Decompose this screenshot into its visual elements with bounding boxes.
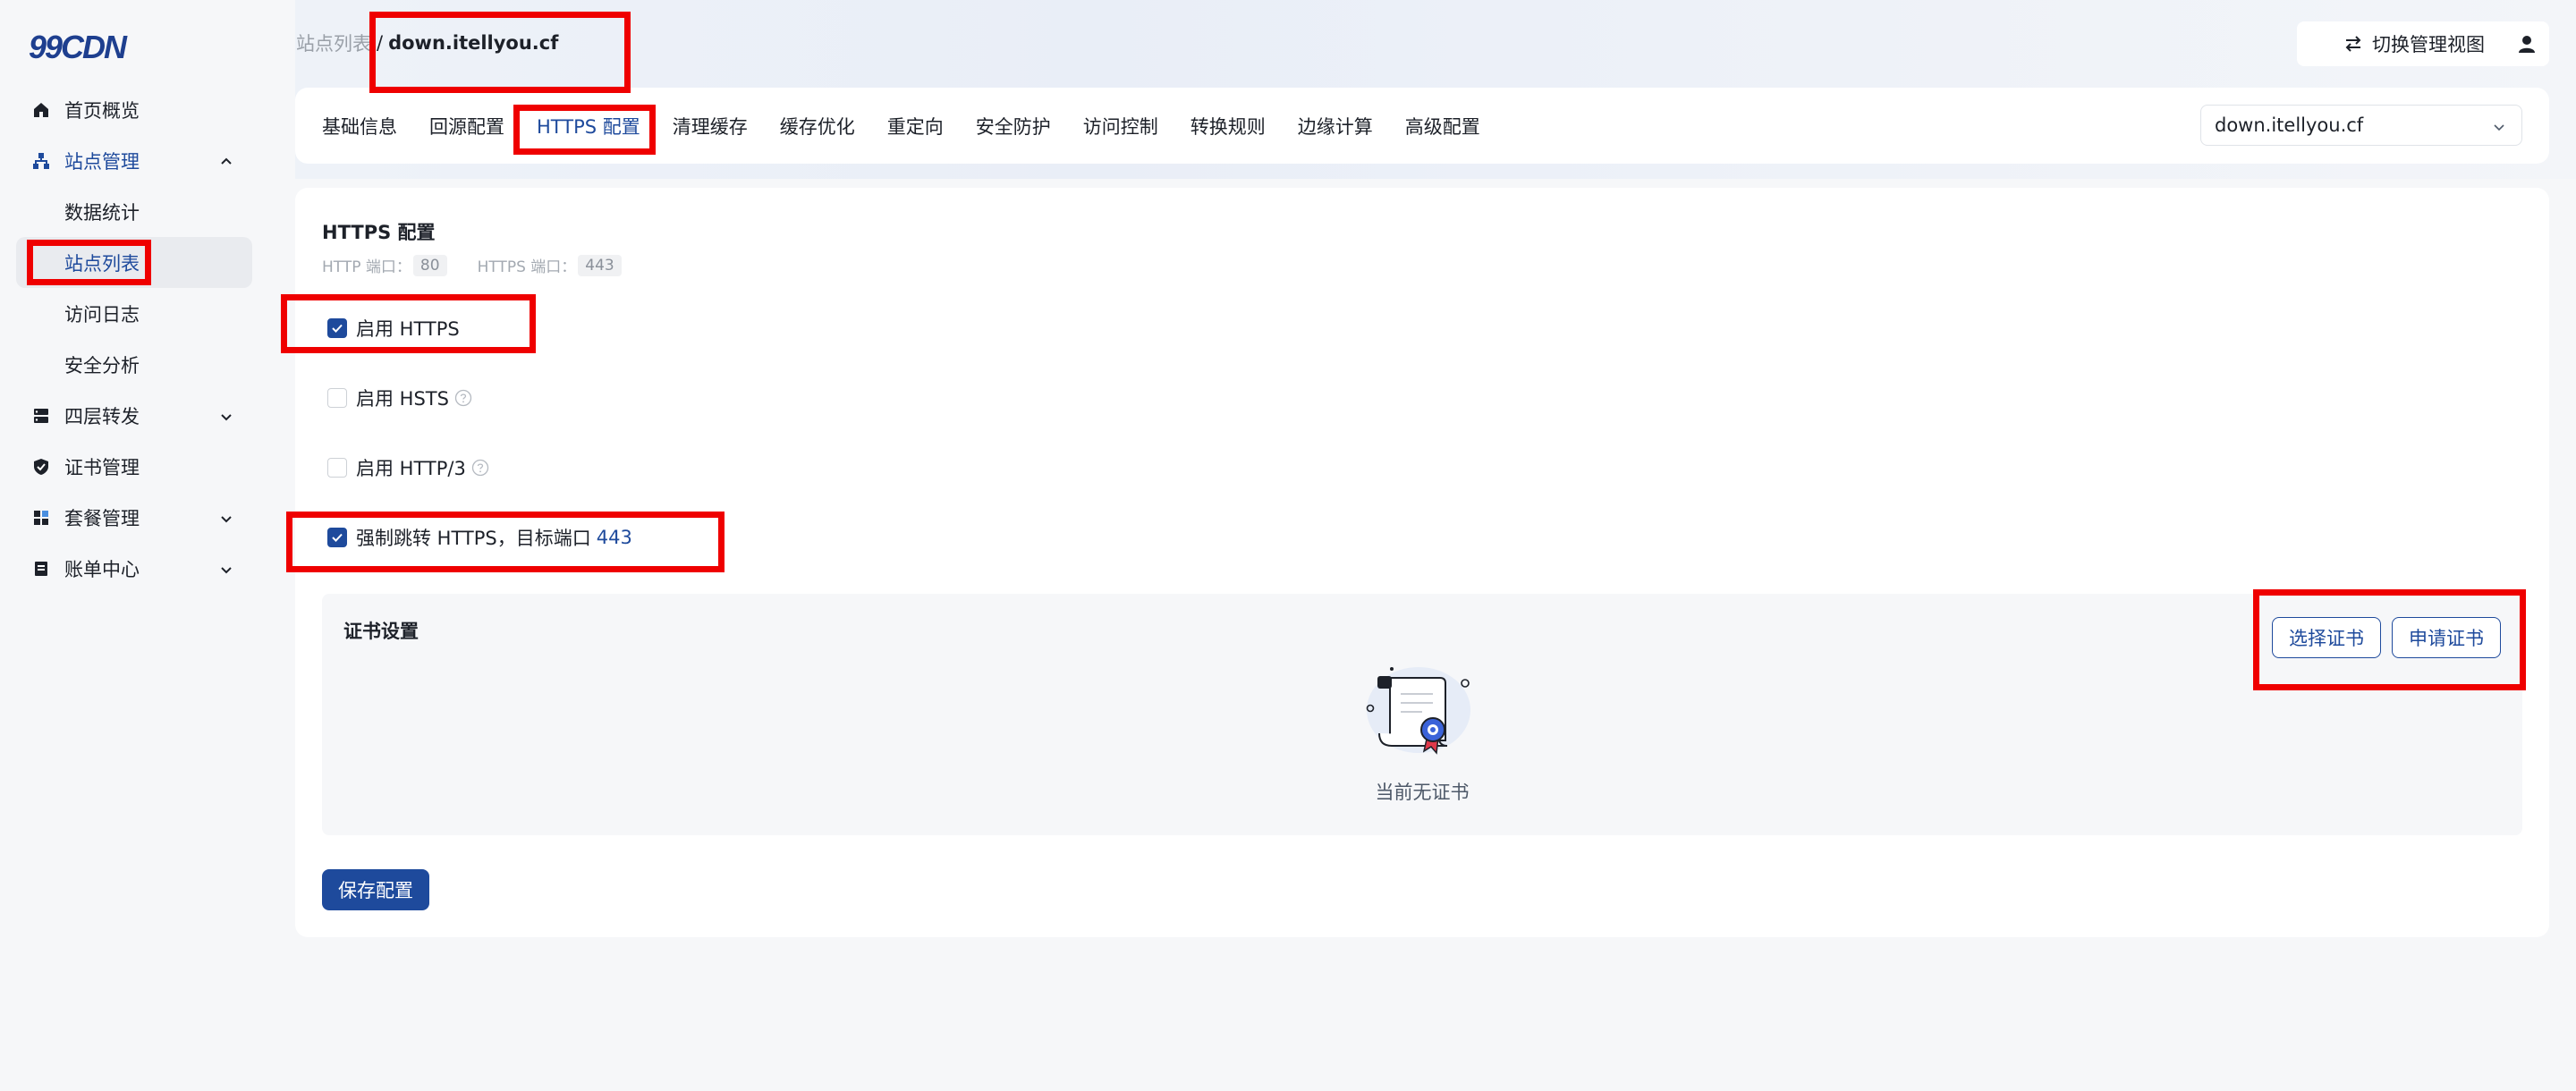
enable-https-option[interactable]: 启用 HTTPS <box>327 315 460 342</box>
sidebar-item-access-log[interactable]: 访问日志 <box>16 288 252 339</box>
enable-https-checkbox[interactable] <box>327 318 347 338</box>
sidebar-item-site-list[interactable]: 站点列表 <box>16 237 252 288</box>
sidebar-item-site-management[interactable]: 站点管理 <box>16 135 252 186</box>
sidebar-item-l4-forward[interactable]: 四层转发 <box>16 390 252 441</box>
breadcrumb: 站点列表 / down.itellyou.cf <box>296 30 558 56</box>
swap-icon <box>2343 34 2363 54</box>
breadcrumb-current-site: down.itellyou.cf <box>388 32 559 54</box>
tab-basic-info[interactable]: 基础信息 <box>322 113 397 140</box>
user-icon <box>2516 33 2538 55</box>
empty-cert-text: 当前无证书 <box>1375 782 1470 803</box>
user-avatar-button[interactable] <box>2504 21 2549 66</box>
shield-icon <box>32 458 50 476</box>
force-https-redirect-option[interactable]: 强制跳转 HTTPS，目标端口 443 <box>327 524 632 551</box>
chevron-down-icon <box>218 561 234 577</box>
section-title: HTTPS 配置 <box>322 222 436 243</box>
sidebar-item-billing[interactable]: 账单中心 <box>16 543 252 594</box>
apply-cert-button[interactable]: 申请证书 <box>2392 617 2501 658</box>
enable-http3-checkbox[interactable] <box>327 458 347 478</box>
empty-certificate-illustration <box>1360 664 1476 762</box>
tab-origin-config[interactable]: 回源配置 <box>429 113 504 140</box>
enable-hsts-checkbox[interactable] <box>327 388 347 408</box>
port-info: HTTP 端口： 80 HTTPS 端口： 443 <box>322 254 652 276</box>
select-cert-button[interactable]: 选择证书 <box>2272 617 2381 658</box>
grid-icon <box>32 509 50 527</box>
enable-hsts-option[interactable]: 启用 HSTS <box>327 385 472 411</box>
server-icon <box>32 407 50 425</box>
tab-advanced-config[interactable]: 高级配置 <box>1405 113 1480 140</box>
https-port-value: 443 <box>578 254 622 276</box>
logo[interactable]: 99CDN <box>29 29 127 66</box>
tab-purge-cache[interactable]: 清理缓存 <box>673 113 748 140</box>
tab-cache-optimize[interactable]: 缓存优化 <box>780 113 855 140</box>
enable-http3-option[interactable]: 启用 HTTP/3 <box>327 454 489 481</box>
sidebar-item-cert-management[interactable]: 证书管理 <box>16 441 252 492</box>
https-config-card: HTTPS 配置 HTTP 端口： 80 HTTPS 端口： 443 启用 HT… <box>295 188 2549 937</box>
site-select[interactable]: down.itellyou.cf <box>2200 105 2522 146</box>
sitemap-icon <box>32 152 50 170</box>
breadcrumb-site-list[interactable]: 站点列表 <box>296 30 371 56</box>
help-icon[interactable] <box>471 459 489 477</box>
sidebar-item-plan-management[interactable]: 套餐管理 <box>16 492 252 543</box>
tab-https-config[interactable]: HTTPS 配置 <box>537 113 640 140</box>
sidebar-item-security-analysis[interactable]: 安全分析 <box>16 339 252 390</box>
sidebar-item-home[interactable]: 首页概览 <box>16 84 252 135</box>
force-https-redirect-checkbox[interactable] <box>327 528 347 547</box>
tab-transform-rules[interactable]: 转换规则 <box>1191 113 1266 140</box>
bill-icon <box>32 560 50 578</box>
cert-settings-title: 证书设置 <box>343 621 419 642</box>
target-port-link[interactable]: 443 <box>597 527 632 548</box>
help-icon[interactable] <box>454 389 472 407</box>
chevron-down-icon <box>218 510 234 526</box>
home-icon <box>32 101 50 119</box>
tab-access-control[interactable]: 访问控制 <box>1083 113 1158 140</box>
http-port-value: 80 <box>412 254 447 276</box>
tab-edge-compute[interactable]: 边缘计算 <box>1298 113 1373 140</box>
breadcrumb-separator: / <box>377 32 384 54</box>
sidebar-item-data-stats[interactable]: 数据统计 <box>16 186 252 237</box>
sidebar-nav: 首页概览 站点管理 数据统计 站点列表 访问日志 安全分析 四层转发 证书管理 … <box>16 84 252 594</box>
tab-redirect[interactable]: 重定向 <box>887 113 944 140</box>
chevron-down-icon <box>2491 118 2507 134</box>
chevron-up-icon <box>218 153 234 169</box>
chevron-down-icon <box>218 408 234 424</box>
config-tabbar: 基础信息 回源配置 HTTPS 配置 清理缓存 缓存优化 重定向 安全防护 访问… <box>295 88 2549 164</box>
save-config-button[interactable]: 保存配置 <box>322 869 429 910</box>
switch-view-button[interactable]: 切换管理视图 <box>2297 21 2531 66</box>
cert-settings-panel: 证书设置 选择证书 申请证书 当前无证书 <box>322 594 2522 835</box>
tab-security[interactable]: 安全防护 <box>976 113 1051 140</box>
